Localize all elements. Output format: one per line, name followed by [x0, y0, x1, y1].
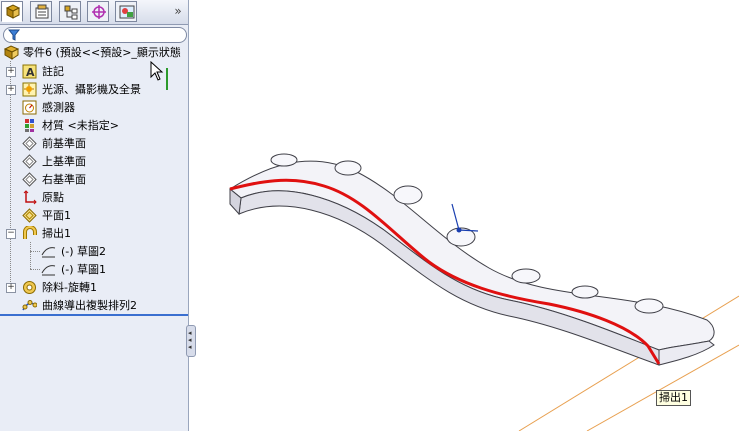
origin-icon	[23, 190, 37, 205]
sketch-icon	[41, 265, 56, 276]
expand-toggle[interactable]: +	[6, 67, 16, 77]
sweep-icon	[23, 226, 37, 239]
collapse-toggle[interactable]: −	[6, 229, 16, 239]
filter-box[interactable]	[3, 27, 187, 43]
feature-tooltip: 掃出1	[656, 390, 691, 406]
tree-item-lights[interactable]: + 光源、攝影機及全景	[0, 81, 188, 98]
sweep-top-face[interactable]	[229, 160, 715, 351]
graphics-area[interactable]	[189, 0, 739, 432]
tree-item-material[interactable]: 材質 <未指定>	[0, 117, 188, 134]
plane-icon	[22, 208, 37, 223]
tree-item-plane1[interactable]: 平面1	[0, 207, 188, 224]
panel-tabs: »	[0, 0, 188, 25]
plane-icon	[22, 172, 37, 187]
filter-icon	[8, 29, 20, 41]
tree-item-label: (-) 草圖1	[61, 263, 107, 276]
feature-tree-icon	[5, 4, 21, 19]
tree-item-label: 平面1	[42, 209, 71, 222]
tree-item-right-plane[interactable]: 右基準面	[0, 171, 188, 188]
expand-toggle[interactable]: +	[6, 283, 16, 293]
pattern-hole[interactable]	[270, 153, 298, 167]
tree-item-label: 前基準面	[42, 137, 86, 150]
tree-item-sensors[interactable]: 感測器	[0, 99, 188, 116]
sketch-icon	[41, 247, 56, 258]
configuration-icon	[64, 5, 78, 20]
revolve-cut-icon	[23, 281, 36, 294]
rollback-marker[interactable]	[166, 68, 168, 90]
part-icon	[4, 45, 19, 60]
sketch-lines[interactable]	[451, 203, 479, 232]
target-icon	[92, 5, 106, 19]
tree-item-label: 感測器	[42, 101, 75, 114]
plane-icon	[22, 154, 37, 169]
tree-item-label: 右基準面	[42, 173, 86, 186]
sweep-side-face[interactable]	[229, 188, 660, 366]
dimxpert-tab[interactable]	[87, 1, 109, 22]
plane-icon	[22, 136, 37, 151]
display-icon	[119, 5, 135, 19]
pattern-hole[interactable]	[634, 298, 664, 314]
tree-item-sweep1[interactable]: − 掃出1	[0, 225, 188, 242]
sensor-icon	[22, 100, 37, 115]
feature-manager-panel: » 零件6 (預設<<預設>_顯示狀態 + A 註記 + 光源、攝影機及全景 感…	[0, 0, 189, 431]
tree-item-label: 掃出1	[42, 227, 71, 240]
curve-pattern-icon	[22, 300, 37, 311]
pattern-hole[interactable]	[571, 285, 599, 299]
tree-item-sketch1[interactable]: (-) 草圖1	[0, 261, 188, 278]
tree-item-label: 註記	[42, 65, 64, 78]
pattern-hole[interactable]	[511, 268, 541, 284]
property-manager-tab[interactable]	[30, 1, 52, 22]
tree-item-front-plane[interactable]: 前基準面	[0, 135, 188, 152]
configuration-manager-tab[interactable]	[59, 1, 81, 22]
sketch-point[interactable]	[456, 227, 462, 233]
tree-item-curve-pattern2[interactable]: 曲線導出複製排列2	[0, 297, 188, 314]
tree-item-label: 材質 <未指定>	[42, 119, 119, 132]
pattern-hole[interactable]	[393, 185, 423, 205]
tree-item-sketch2[interactable]: (-) 草圖2	[0, 243, 188, 260]
tree-item-revolve-cut1[interactable]: + 除料-旋轉1	[0, 279, 188, 296]
tree-item-label: 原點	[42, 191, 64, 204]
tree-item-label: 上基準面	[42, 155, 86, 168]
more-tabs-button[interactable]: »	[170, 3, 186, 19]
svg-text:A: A	[26, 66, 35, 79]
material-icon	[25, 119, 34, 132]
tree-item-label: (-) 草圖2	[61, 245, 107, 258]
display-manager-tab[interactable]	[115, 1, 137, 22]
tree-item-label: 除料-旋轉1	[42, 281, 97, 294]
model-view[interactable]	[189, 0, 739, 432]
panel-separator	[0, 314, 188, 316]
tree-item-label: 曲線導出複製排列2	[42, 299, 137, 312]
pattern-hole[interactable]	[334, 160, 362, 176]
expand-toggle[interactable]: +	[6, 85, 16, 95]
tree-item-origin[interactable]: 原點	[0, 189, 188, 206]
mouse-cursor-icon	[150, 61, 164, 81]
lights-icon	[22, 82, 37, 97]
feature-manager-tab[interactable]	[1, 1, 23, 22]
property-icon	[35, 4, 49, 19]
tree-item-top-plane[interactable]: 上基準面	[0, 153, 188, 170]
tree-root-label: 零件6 (預設<<預設>_顯示狀態	[23, 46, 181, 59]
annotation-icon: A	[22, 64, 37, 79]
tree-item-label: 光源、攝影機及全景	[42, 83, 141, 96]
